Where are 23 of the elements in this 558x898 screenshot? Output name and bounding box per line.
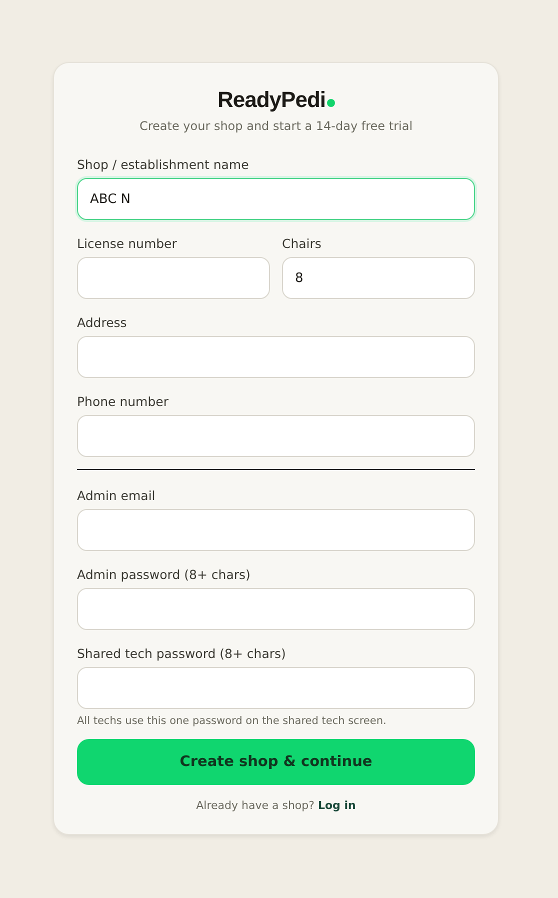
footer-text: Already have a shop? [196, 799, 314, 812]
input-field[interactable]: 8 [282, 257, 475, 299]
logo-dot-icon [326, 99, 334, 107]
field-label: Shared tech password (8+ chars) [77, 646, 287, 661]
input-field[interactable] [77, 415, 475, 457]
tagline: Create your shop and start a 14-day free trial [138, 119, 414, 133]
field-label: Admin password (8+ chars) [77, 567, 252, 582]
field-label: Chairs [282, 236, 322, 251]
input-field[interactable] [77, 509, 475, 551]
field-label: Address [77, 315, 128, 330]
input-field[interactable] [77, 588, 475, 630]
input-field[interactable] [77, 336, 475, 378]
input-field[interactable] [77, 257, 270, 299]
field-label: Shop / establishment name [77, 157, 250, 172]
field-label: Admin email [77, 488, 156, 503]
hint-text: All techs use this one password on the shared tech screen. [77, 715, 388, 727]
login-link[interactable]: Log in [318, 799, 356, 812]
input-field[interactable]: ABC N [77, 178, 475, 220]
field-label: License number [77, 236, 178, 251]
input-field[interactable] [77, 667, 475, 709]
logo: ReadyPedi [218, 87, 326, 113]
field-label: Phone number [77, 394, 170, 409]
submit-button[interactable]: Create shop & continue [77, 739, 475, 785]
